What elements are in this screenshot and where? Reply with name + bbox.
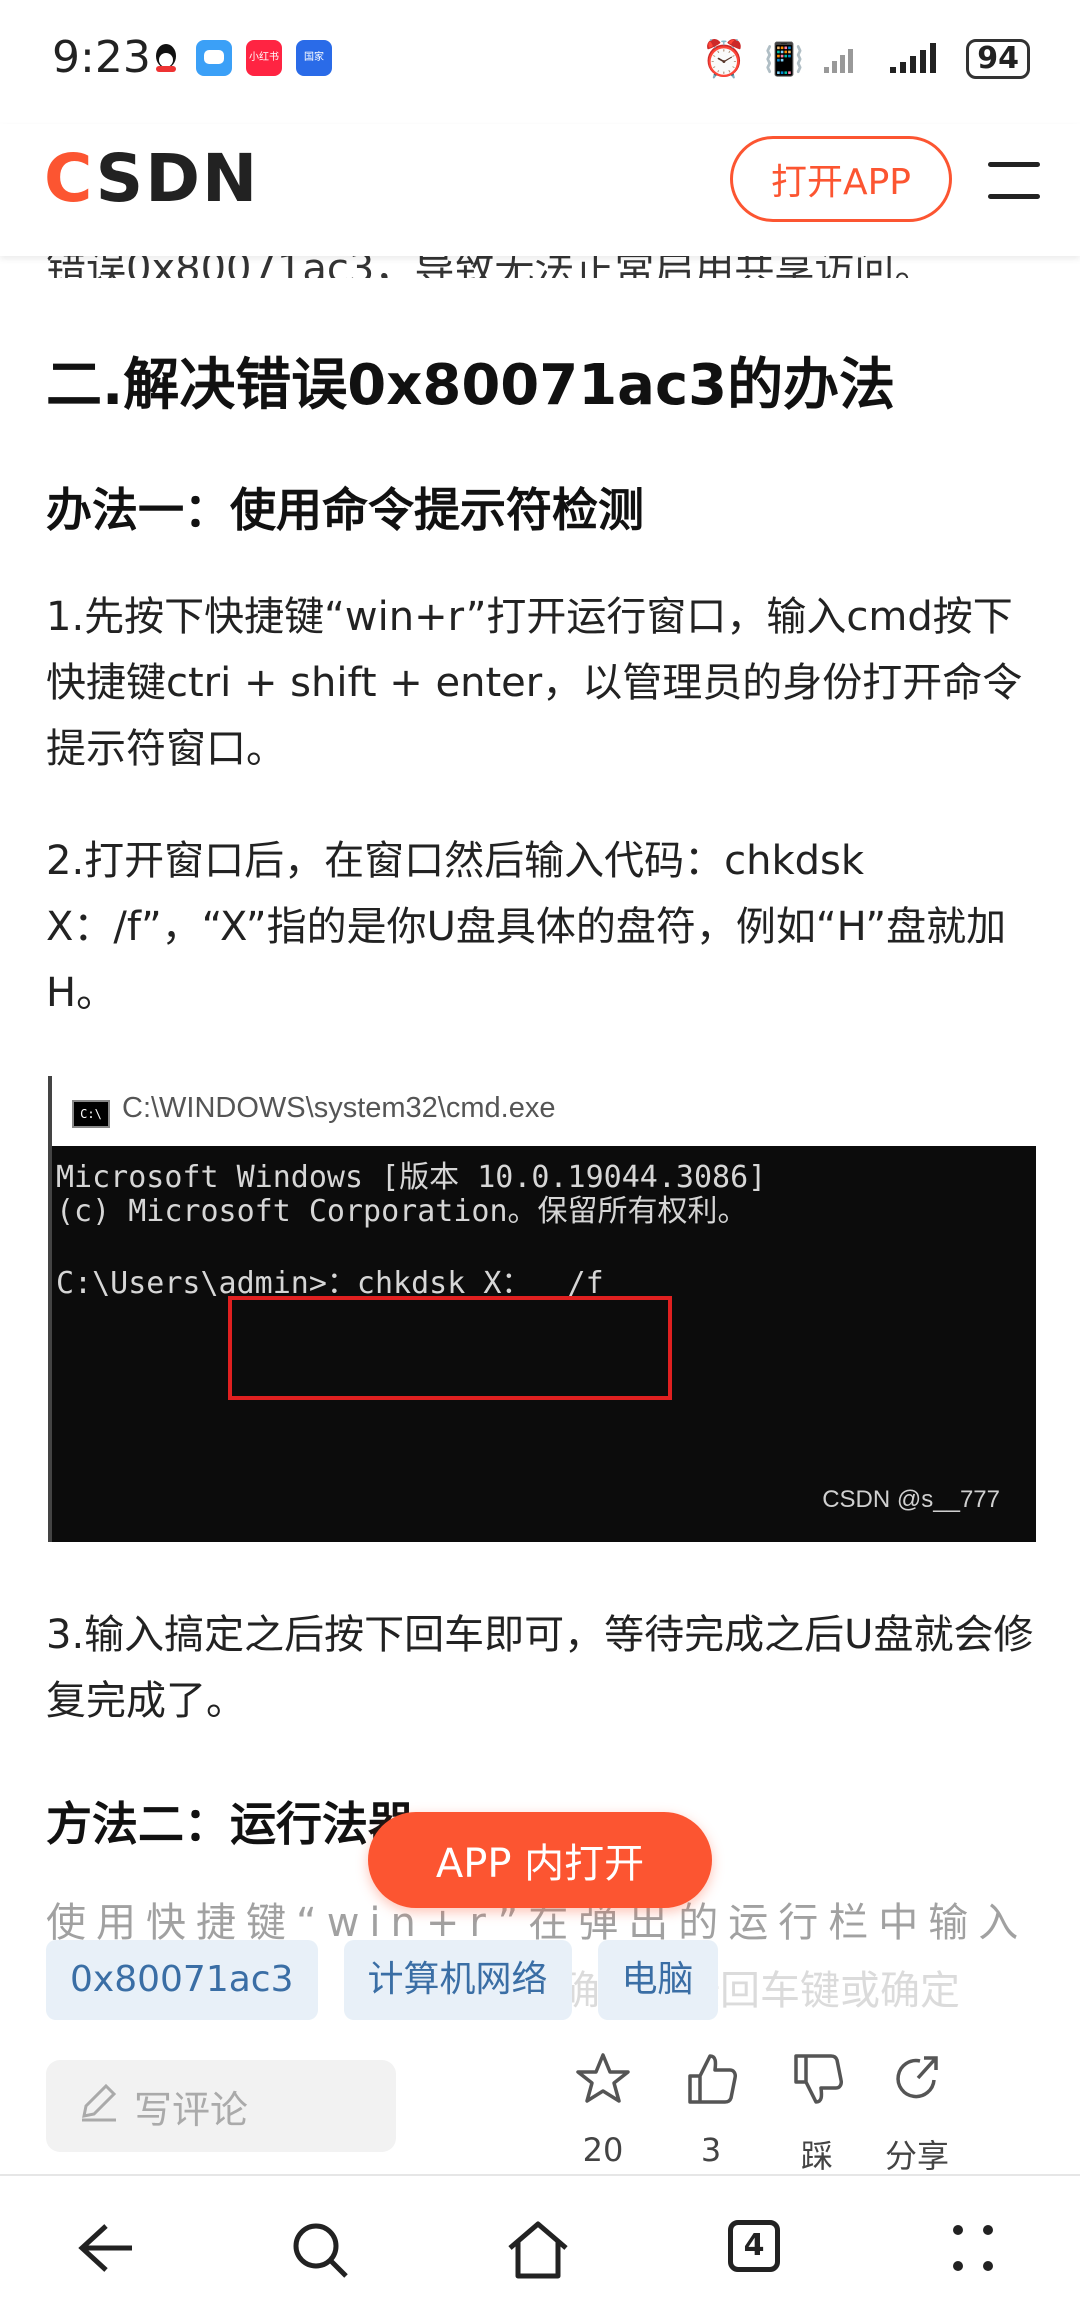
cmd-window-title: C:\WINDOWS\system32\cmd.exe xyxy=(122,1092,556,1124)
thumbs-down-icon xyxy=(762,2050,872,2121)
status-right-icons: ⏰ 📳 94 xyxy=(702,38,1030,80)
logo-c: C xyxy=(44,140,96,217)
share-label: 分享 xyxy=(884,2137,949,2175)
guojia-icon: 国家 xyxy=(296,40,332,76)
step2-paragraph: 2.打开窗口后，在窗口然后输入代码：chkdsk X：/f”，“X”指的是你U盘… xyxy=(46,838,1007,1016)
thumbs-up-icon xyxy=(656,2050,766,2121)
image-watermark: CSDN @s__777 xyxy=(822,1486,1000,1513)
tag-item[interactable]: 电脑 xyxy=(597,1940,718,2020)
logo-rest: SDN xyxy=(95,140,260,217)
step1-paragraph: 1.先按下快捷键“win+r”打开运行窗口，输入cmd按下快捷键ctri + s… xyxy=(46,594,1023,772)
wifi-signal-icon xyxy=(822,39,870,79)
share-button[interactable]: 分享 xyxy=(862,2050,972,2177)
xiaohongshu-icon: 小红书 xyxy=(246,40,282,76)
like-count: 3 xyxy=(700,2131,722,2169)
comment-input[interactable]: 写评论 xyxy=(46,2060,396,2152)
back-arrow-icon[interactable] xyxy=(76,2220,136,2286)
cell-signal-icon xyxy=(888,39,948,79)
step3-paragraph: 3.输入搞定之后按下回车即可，等待完成之后U盘就会修复完成了。 xyxy=(46,1612,1034,1724)
qq-icon xyxy=(148,40,184,76)
section-heading: 二.解决错误0x80071ac3的办法 xyxy=(46,353,896,418)
cmd-screenshot-figure[interactable]: C:\ C:\WINDOWS\system32\cmd.exe Microsof… xyxy=(48,1076,1040,1542)
dislike-button[interactable]: 踩 xyxy=(762,2050,872,2177)
home-icon[interactable] xyxy=(506,2220,570,2290)
favorite-button[interactable]: 20 xyxy=(548,2050,658,2169)
command-highlight-box xyxy=(228,1296,672,1400)
more-menu-icon[interactable] xyxy=(948,2220,998,2286)
csdn-logo[interactable]: CSDN xyxy=(44,140,259,217)
xiaohongshu-label: 小红书 xyxy=(249,52,279,63)
guojia-label: 国家 xyxy=(304,52,324,63)
pencil-icon xyxy=(76,2080,120,2133)
star-icon xyxy=(548,2050,658,2121)
share-icon xyxy=(862,2050,972,2121)
status-time: 9:23 xyxy=(52,32,151,83)
open-app-button[interactable]: 打开APP xyxy=(730,136,952,222)
like-button[interactable]: 3 xyxy=(656,2050,766,2169)
open-in-app-float-button[interactable]: APP 内打开 xyxy=(368,1812,712,1908)
cmd-window-icon: C:\ xyxy=(72,1100,110,1128)
tag-item[interactable]: 计算机网络 xyxy=(343,1940,572,2020)
hamburger-menu-icon[interactable] xyxy=(988,158,1040,202)
article-tags: 0x80071ac3 计算机网络 电脑 xyxy=(46,1940,718,2020)
console-line-2: (c) Microsoft Corporation。保留所有权利。 xyxy=(56,1194,748,1229)
comment-placeholder: 写评论 xyxy=(134,2087,249,2132)
method1-title: 办法一：使用命令提示符检测 xyxy=(46,483,644,537)
status-bar: 9:23 小红书 国家 ⏰ 📳 94 xyxy=(0,0,1080,124)
vibrate-icon: 📳 xyxy=(764,40,805,78)
battery-icon: 94 xyxy=(966,39,1030,79)
search-icon[interactable] xyxy=(290,2220,350,2290)
tabs-count-button[interactable]: 4 xyxy=(728,2220,780,2272)
tag-item[interactable]: 0x80071ac3 xyxy=(46,1940,318,2020)
cmd-console: Microsoft Windows [版本 10.0.19044.3086] (… xyxy=(48,1146,1036,1542)
favorite-count: 20 xyxy=(582,2131,624,2169)
method2-title: 方法二：运行法器 xyxy=(46,1797,414,1851)
message-icon xyxy=(196,40,232,76)
alarm-icon: ⏰ xyxy=(701,39,747,80)
cmd-title-bar: C:\ C:\WINDOWS\system32\cmd.exe xyxy=(48,1076,1040,1146)
dislike-label: 踩 xyxy=(800,2137,833,2175)
